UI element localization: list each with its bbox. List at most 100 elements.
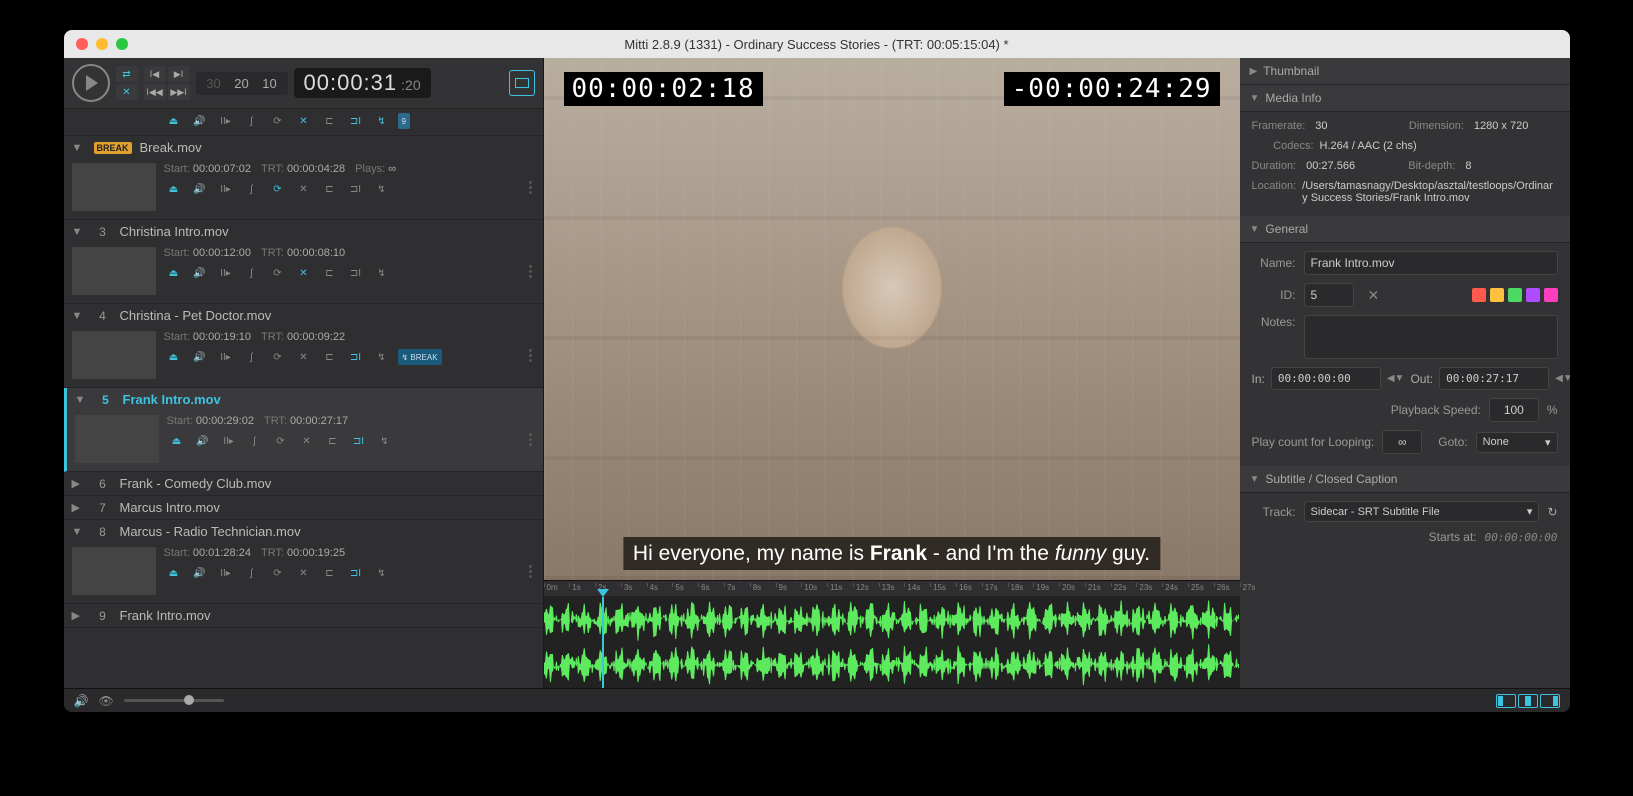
out-point-input[interactable]: 00:00:27:17 — [1439, 367, 1549, 390]
layout-right-button[interactable] — [1540, 694, 1560, 708]
pause-icon[interactable]: II▸ — [216, 349, 236, 365]
cue-row[interactable]: ▼ BREAK Break.mov Start: 00:00:07:02TRT:… — [64, 136, 543, 220]
trim-out-icon[interactable]: ⊐I — [346, 265, 366, 281]
trim-in-icon[interactable]: ⊏ — [320, 565, 340, 581]
shuffle-toggle[interactable]: ✕ — [116, 84, 138, 100]
loop-icon[interactable]: ⟳ — [271, 433, 291, 449]
curve-icon[interactable]: ∫ — [242, 565, 262, 581]
curve-icon[interactable]: ∫ — [245, 433, 265, 449]
cue-row[interactable]: ▼ 5 Frank Intro.mov Start: 00:00:29:02TR… — [64, 388, 543, 472]
chevron-icon[interactable]: ▶ — [72, 501, 86, 514]
video-preview[interactable]: 00:00:02:18 -00:00:24:29 Hi everyone, my… — [544, 58, 1240, 580]
shuffle-icon[interactable]: ✕ — [294, 349, 314, 365]
trim-in-icon[interactable]: ⊏ — [320, 181, 340, 197]
pause-icon[interactable]: II▸ — [216, 181, 236, 197]
volume-icon[interactable]: 🔊 — [190, 349, 210, 365]
eject-icon[interactable]: ⏏ — [164, 565, 184, 581]
eject-icon[interactable]: ⏏ — [164, 181, 184, 197]
fullscreen-button[interactable] — [509, 70, 535, 96]
drag-handle[interactable] — [527, 415, 535, 463]
chevron-icon[interactable]: ▶ — [72, 477, 86, 490]
master-volume-icon[interactable]: 🔊 — [74, 694, 89, 708]
general-section-header[interactable]: ▼General — [1240, 216, 1570, 243]
media-info-section-header[interactable]: ▼Media Info — [1240, 85, 1570, 112]
in-step[interactable]: ◀▼ — [1387, 373, 1405, 384]
drag-handle[interactable] — [527, 331, 535, 379]
thumbnail-section-header[interactable]: ▶Thumbnail — [1240, 58, 1570, 85]
skip-10[interactable]: 10 — [258, 76, 282, 91]
layout-center-button[interactable] — [1518, 694, 1538, 708]
curve-icon[interactable]: ∫ — [242, 265, 262, 281]
trim-out-icon[interactable]: ⊐I — [346, 565, 366, 581]
speed-input[interactable]: 100 — [1489, 398, 1539, 422]
eject-icon[interactable]: ⏏ — [164, 349, 184, 365]
timeline-ruler[interactable]: 0m1s2s3s4s5s6s7s8s9s10s11s12s13s14s15s16… — [544, 581, 1240, 597]
visibility-icon[interactable]: 👁 — [98, 694, 113, 708]
trim-in-icon[interactable]: ⊏ — [323, 433, 343, 449]
cue-row[interactable]: ▼ 4 Christina - Pet Doctor.mov Start: 00… — [64, 304, 543, 388]
goto-icon[interactable]: ↯ — [372, 181, 392, 197]
prev-cue-button[interactable]: I◀ — [144, 66, 166, 82]
chevron-icon[interactable]: ▶ — [72, 609, 86, 622]
zoom-window-button[interactable] — [116, 38, 128, 50]
cue-row[interactable]: ▶ 7 Marcus Intro.mov — [64, 496, 543, 520]
goto-icon[interactable]: ↯ — [372, 565, 392, 581]
rewind-button[interactable]: I◀◀ — [144, 84, 166, 100]
shuffle-icon[interactable]: ✕ — [294, 565, 314, 581]
loop-icon[interactable]: ⟳ — [268, 181, 288, 197]
volume-icon[interactable]: 🔊 — [190, 565, 210, 581]
cue-row[interactable]: ▼ 3 Christina Intro.mov Start: 00:00:12:… — [64, 220, 543, 304]
loop-icon[interactable]: ⟳ — [268, 113, 288, 129]
cue-row[interactable]: ▼ 8 Marcus - Radio Technician.mov Start:… — [64, 520, 543, 604]
loop-toggle[interactable]: ⇄ — [116, 66, 138, 82]
subtitle-track-select[interactable]: Sidecar - SRT Subtitle File▾ — [1304, 501, 1540, 522]
play-button[interactable] — [72, 64, 110, 102]
volume-icon[interactable]: 🔊 — [190, 113, 210, 129]
chevron-icon[interactable]: ▼ — [75, 394, 89, 406]
eject-icon[interactable]: ⏏ — [164, 265, 184, 281]
pause-icon[interactable]: II▸ — [216, 565, 236, 581]
close-window-button[interactable] — [76, 38, 88, 50]
minimize-window-button[interactable] — [96, 38, 108, 50]
curve-icon[interactable]: ∫ — [242, 113, 262, 129]
drag-handle[interactable] — [527, 247, 535, 295]
chevron-icon[interactable]: ▼ — [72, 142, 86, 154]
main-timecode[interactable]: 00:00:31:20 — [294, 68, 431, 98]
cue-row[interactable]: ▶ 9 Frank Intro.mov — [64, 604, 543, 628]
trim-out-icon[interactable]: ⊐I — [346, 113, 366, 129]
chevron-icon[interactable]: ▼ — [72, 226, 86, 238]
volume-icon[interactable]: 🔊 — [193, 433, 213, 449]
out-step[interactable]: ◀▼ — [1555, 373, 1569, 384]
goto-icon[interactable]: ↯ — [375, 433, 395, 449]
skip-30[interactable]: 30 — [202, 76, 226, 91]
curve-icon[interactable]: ∫ — [242, 349, 262, 365]
trim-in-icon[interactable]: ⊏ — [320, 349, 340, 365]
trim-in-icon[interactable]: ⊏ — [320, 113, 340, 129]
cue-list[interactable]: ▼ BREAK Break.mov Start: 00:00:07:02TRT:… — [64, 136, 543, 688]
trim-in-icon[interactable]: ⊏ — [320, 265, 340, 281]
goto-icon[interactable]: ↯ — [372, 265, 392, 281]
loop-icon[interactable]: ⟳ — [268, 349, 288, 365]
pause-icon[interactable]: II▸ — [216, 265, 236, 281]
layout-left-button[interactable] — [1496, 694, 1516, 708]
volume-slider[interactable] — [124, 699, 224, 702]
eject-icon[interactable]: ⏏ — [164, 113, 184, 129]
loop-icon[interactable]: ⟳ — [268, 565, 288, 581]
shuffle-icon[interactable]: ✕ — [294, 181, 314, 197]
color-swatch[interactable] — [1472, 288, 1486, 302]
color-swatch[interactable] — [1508, 288, 1522, 302]
next-cue-button[interactable]: ▶I — [168, 66, 190, 82]
pause-icon[interactable]: II▸ — [219, 433, 239, 449]
subtitle-section-header[interactable]: ▼Subtitle / Closed Caption — [1240, 466, 1570, 493]
drag-handle[interactable] — [527, 163, 535, 211]
color-swatch[interactable] — [1544, 288, 1558, 302]
playhead[interactable] — [602, 597, 604, 688]
trim-out-icon[interactable]: ⊐I — [346, 181, 366, 197]
goto-icon[interactable]: ↯ — [372, 113, 392, 129]
timeline[interactable]: 0m1s2s3s4s5s6s7s8s9s10s11s12s13s14s15s16… — [544, 580, 1240, 688]
goto-icon[interactable]: ↯ — [372, 349, 392, 365]
clear-color-button[interactable]: ✕ — [1368, 287, 1380, 304]
shuffle-icon[interactable]: ✕ — [294, 265, 314, 281]
curve-icon[interactable]: ∫ — [242, 181, 262, 197]
name-input[interactable]: Frank Intro.mov — [1304, 251, 1558, 275]
